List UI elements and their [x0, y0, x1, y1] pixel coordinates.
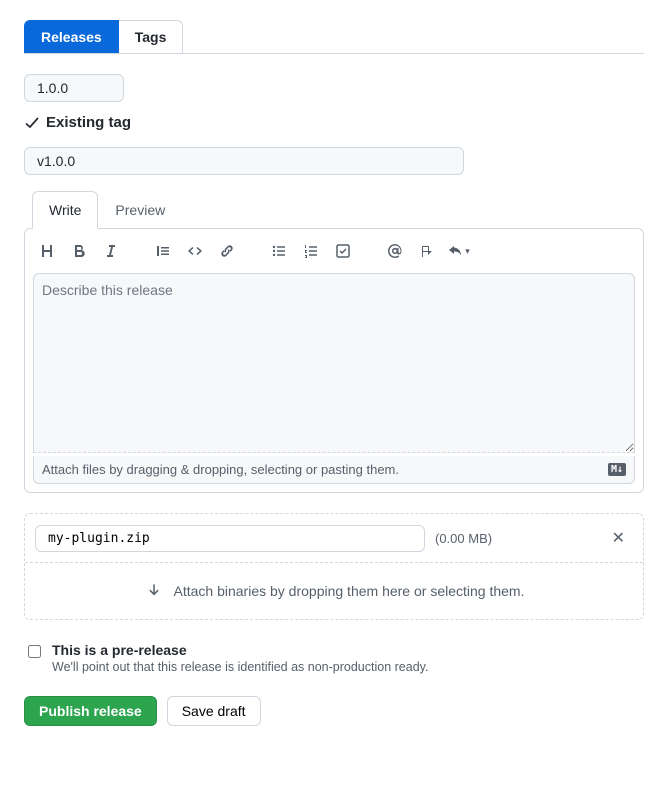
save-draft-button[interactable]: Save draft — [167, 696, 261, 726]
remove-binary-button[interactable]: ✕ — [604, 524, 633, 552]
binaries-section: (0.00 MB) ✕ Attach binaries by dropping … — [24, 513, 644, 620]
link-icon[interactable] — [213, 237, 241, 265]
editor-tab-write[interactable]: Write — [32, 191, 98, 229]
cross-reference-icon[interactable] — [413, 237, 441, 265]
markdown-badge-icon[interactable]: M↓ — [608, 463, 626, 476]
editor-toolbar: ▾ — [25, 229, 643, 273]
prerelease-section: This is a pre-release We'll point out th… — [24, 642, 644, 674]
bold-icon[interactable] — [65, 237, 93, 265]
ordered-list-icon[interactable] — [297, 237, 325, 265]
prerelease-desc: We'll point out that this release is ide… — [52, 660, 428, 674]
editor-tabs: Write Preview — [24, 191, 644, 229]
editor-box: ▾ Attach files by dragging & dropping, s… — [24, 228, 644, 493]
editor-tab-preview[interactable]: Preview — [98, 191, 182, 229]
tag-selector[interactable]: 1.0.0 — [24, 74, 124, 102]
attach-hint-text: Attach files by dragging & dropping, sel… — [42, 462, 399, 477]
description-textarea[interactable] — [33, 273, 635, 453]
attach-files-hint[interactable]: Attach files by dragging & dropping, sel… — [33, 456, 635, 484]
unordered-list-icon[interactable] — [265, 237, 293, 265]
prerelease-checkbox[interactable] — [28, 645, 41, 658]
mention-icon[interactable] — [381, 237, 409, 265]
tab-tags[interactable]: Tags — [119, 20, 184, 53]
existing-tag-label: Existing tag — [46, 114, 131, 131]
heading-icon[interactable] — [33, 237, 61, 265]
actions-row: Publish release Save draft — [24, 696, 644, 726]
binary-filename-input[interactable] — [35, 525, 425, 552]
publish-release-button[interactable]: Publish release — [24, 696, 157, 726]
binary-size: (0.00 MB) — [435, 531, 594, 546]
release-title-input[interactable] — [24, 147, 464, 175]
quote-icon[interactable] — [149, 237, 177, 265]
italic-icon[interactable] — [97, 237, 125, 265]
code-icon[interactable] — [181, 237, 209, 265]
top-tab-nav: Releases Tags — [24, 20, 644, 54]
binary-drop-text: Attach binaries by dropping them here or… — [174, 583, 525, 599]
binary-dropzone[interactable]: Attach binaries by dropping them here or… — [25, 562, 643, 619]
binary-row: (0.00 MB) ✕ — [25, 514, 643, 562]
existing-tag-indicator: Existing tag — [24, 114, 644, 131]
check-icon — [24, 115, 40, 131]
reply-icon[interactable]: ▾ — [445, 237, 473, 265]
prerelease-label: This is a pre-release — [52, 642, 428, 658]
tab-releases[interactable]: Releases — [24, 20, 119, 53]
download-arrow-icon — [144, 581, 164, 601]
tasklist-icon[interactable] — [329, 237, 357, 265]
